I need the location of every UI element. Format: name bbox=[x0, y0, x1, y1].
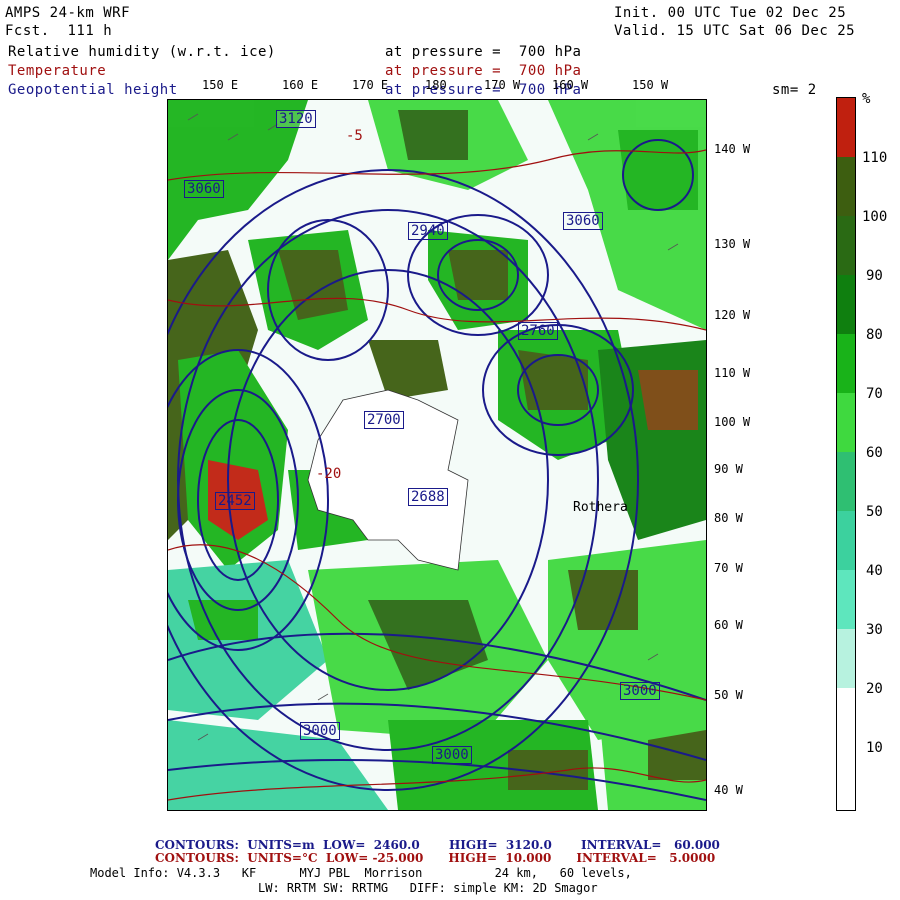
lon-label-right: 90 W bbox=[714, 462, 743, 476]
contour-label-height: 3060 bbox=[563, 212, 603, 230]
colorbar-tick: 10 bbox=[866, 740, 883, 756]
contour-label-temp: -20 bbox=[316, 466, 342, 482]
field1-label: Relative humidity (w.r.t. ice) bbox=[8, 44, 276, 60]
lon-label-right: 70 W bbox=[714, 561, 743, 575]
contour-label-height: 2700 bbox=[364, 411, 404, 429]
contour-label-height: 3120 bbox=[276, 110, 316, 128]
colorbar-tick: 70 bbox=[866, 386, 883, 402]
lon-label-right: 120 W bbox=[714, 308, 751, 322]
colorbar-tick: 110 bbox=[862, 150, 888, 166]
forecast-hour: Fcst. 111 h bbox=[5, 23, 113, 39]
contour-label-height: 3000 bbox=[432, 746, 472, 764]
lon-label-right: 50 W bbox=[714, 688, 743, 702]
contour-label-low: 2688 bbox=[408, 488, 448, 506]
lon-label: 170 W bbox=[484, 78, 521, 92]
colorbar-segment bbox=[837, 157, 855, 216]
colorbar bbox=[836, 97, 856, 811]
lon-label: 170 E bbox=[352, 78, 389, 92]
lon-label: 150 W bbox=[632, 78, 669, 92]
colorbar-tick: 80 bbox=[866, 327, 883, 343]
colorbar-tick: 60 bbox=[866, 445, 883, 461]
lon-label-right: 40 W bbox=[714, 783, 743, 797]
footer-temp-contours: CONTOURS: UNITS=°C LOW= -25.000 HIGH= 10… bbox=[155, 851, 716, 865]
place-label-rothera: Rothera bbox=[573, 500, 628, 515]
colorbar-tick: 50 bbox=[866, 504, 883, 520]
colorbar-segment bbox=[837, 570, 855, 629]
contour-label-height: 2940 bbox=[408, 222, 448, 240]
lon-label-right: 130 W bbox=[714, 237, 751, 251]
colorbar-segment bbox=[837, 511, 855, 570]
colorbar-segment bbox=[837, 452, 855, 511]
footer-height-contours: CONTOURS: UNITS=m LOW= 2460.0 HIGH= 3120… bbox=[155, 838, 720, 852]
contour-label-height: 2760 bbox=[518, 322, 558, 340]
colorbar-unit: % bbox=[862, 91, 871, 107]
colorbar-segment bbox=[837, 98, 855, 157]
colorbar-segment bbox=[837, 275, 855, 334]
colorbar-segment bbox=[837, 216, 855, 275]
lon-label-right: 100 W bbox=[714, 415, 751, 429]
init-time: Init. 00 UTC Tue 02 Dec 25 bbox=[614, 5, 847, 21]
valid-time: Valid. 15 UTC Sat 06 Dec 25 bbox=[614, 23, 856, 39]
colorbar-tick: 40 bbox=[866, 563, 883, 579]
lon-label: 160 E bbox=[282, 78, 319, 92]
colorbar-segment bbox=[837, 688, 855, 810]
lon-label-right: 60 W bbox=[714, 618, 743, 632]
colorbar-tick: 30 bbox=[866, 622, 883, 638]
contour-label-height: 3060 bbox=[184, 180, 224, 198]
field2-label: Temperature bbox=[8, 63, 107, 79]
weather-map: 3120 3060 2940 3060 2700 2760 3000 3000 … bbox=[167, 99, 707, 811]
colorbar-segment bbox=[837, 334, 855, 393]
colorbar-tick: 100 bbox=[862, 209, 888, 225]
contour-label-low: 2452 bbox=[215, 492, 255, 510]
colorbar-segment bbox=[837, 629, 855, 688]
contour-label-height: 3000 bbox=[300, 722, 340, 740]
colorbar-tick: 20 bbox=[866, 681, 883, 697]
colorbar-tick: 90 bbox=[866, 268, 883, 284]
field3-label: Geopotential height bbox=[8, 82, 178, 98]
contour-label-height: 3000 bbox=[620, 682, 660, 700]
footer-model-info: Model Info: V4.3.3 KF MYJ PBL Morrison 2… bbox=[90, 866, 632, 880]
lon-label: 150 E bbox=[202, 78, 239, 92]
field1-level: at pressure = 700 hPa bbox=[385, 44, 582, 60]
colorbar-segment bbox=[837, 393, 855, 452]
contour-label-temp: -5 bbox=[346, 128, 363, 144]
footer-model-info-2: LW: RRTM SW: RRTMG DIFF: simple KM: 2D S… bbox=[258, 881, 598, 895]
lon-label-right: 110 W bbox=[714, 366, 751, 380]
lon-label-right: 140 W bbox=[714, 142, 751, 156]
lon-label: 180 bbox=[425, 78, 447, 92]
lon-label-right: 80 W bbox=[714, 511, 743, 525]
smoothing-label: sm= 2 bbox=[772, 82, 817, 98]
lon-label: 160 W bbox=[552, 78, 589, 92]
model-title: AMPS 24-km WRF bbox=[5, 5, 131, 21]
